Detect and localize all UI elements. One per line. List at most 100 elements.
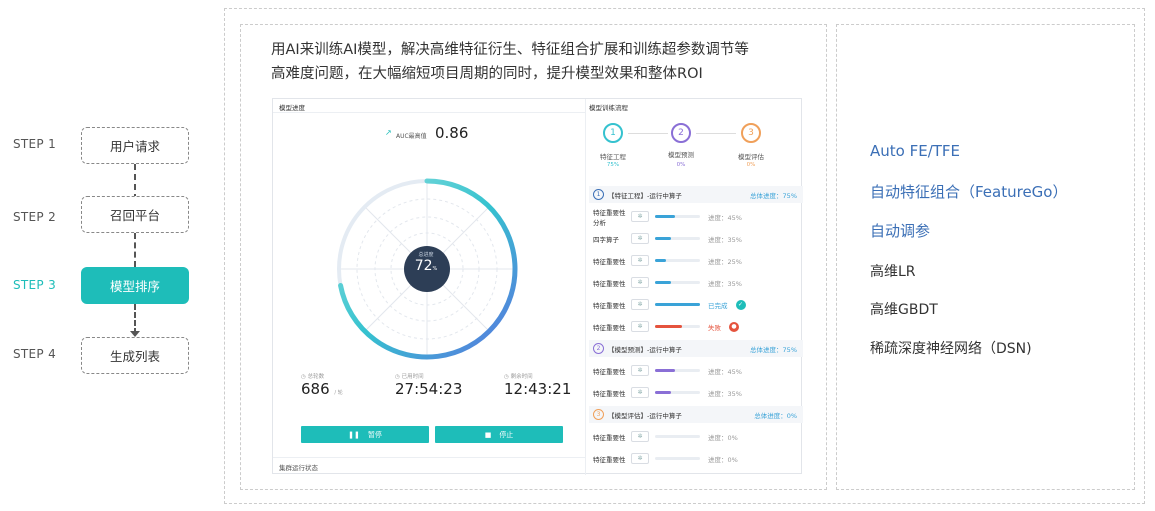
flow-connector bbox=[696, 133, 736, 134]
center-value: 72 bbox=[414, 258, 433, 274]
step-3-label: STEP 3 bbox=[13, 278, 57, 292]
intro-line-2: 高难度问题，在大幅缩短项目周期的同时，提升模型效果和整体ROI bbox=[271, 66, 703, 82]
dashboard: 模型进度 模型训练流程 ↗ AUC最高值 0.86 总进度 72% ◷ 总轮数 … bbox=[272, 98, 803, 475]
operator-status: 进度：35% bbox=[708, 235, 742, 244]
cluster-status-tab[interactable]: 集群运行状态 bbox=[273, 457, 585, 475]
operator-section-header: 3 【模型评估】-运行中算子 总体进度：0% bbox=[589, 406, 803, 423]
progress-fill bbox=[655, 237, 671, 240]
stat-1-value: 686 bbox=[301, 380, 330, 398]
settings-icon[interactable]: ✲ bbox=[631, 277, 649, 288]
operator-status: 进度：25% bbox=[708, 257, 742, 266]
operator-name: 特征重要性 bbox=[593, 389, 626, 398]
operator-name: 特征重要性 bbox=[593, 323, 626, 332]
step-1-box[interactable]: 用户请求 bbox=[81, 127, 189, 164]
flow-step-1-circle[interactable]: 1 bbox=[603, 123, 623, 143]
progress-fill bbox=[655, 281, 671, 284]
stat-3-value: 12:43:21 bbox=[504, 380, 572, 398]
flow-step-3-name: 模型评估 bbox=[738, 153, 764, 161]
progress-fill bbox=[655, 369, 676, 372]
section-title: 【模型评估】-运行中算子 bbox=[608, 411, 682, 420]
section-number: 3 bbox=[593, 409, 604, 420]
step-3-box[interactable]: 模型排序 bbox=[81, 267, 189, 304]
progress-fill bbox=[655, 391, 671, 394]
stop-label: 停止 bbox=[499, 430, 514, 439]
center-label: 总进度 bbox=[418, 252, 434, 258]
progress-bar bbox=[655, 435, 700, 438]
operator-row[interactable]: 特征重要性 ✲ 失败 ● bbox=[593, 316, 803, 337]
pause-button[interactable]: ❚❚ 暂停 bbox=[301, 426, 429, 443]
operator-name: 四字算子 bbox=[593, 235, 619, 244]
section-total: 总体进度：75% bbox=[750, 345, 797, 354]
feature-high-dim-lr: 高维LR bbox=[870, 264, 916, 280]
feature-auto-fe: Auto FE/TFE bbox=[870, 142, 961, 160]
error-icon: ● bbox=[729, 321, 739, 332]
operator-status: 进度：0% bbox=[708, 455, 738, 464]
clock-icon: ◷ 剩余时间 bbox=[504, 374, 533, 380]
section-number: 2 bbox=[593, 343, 604, 354]
settings-icon[interactable]: ✲ bbox=[631, 365, 649, 376]
settings-icon[interactable]: ✲ bbox=[631, 233, 649, 244]
operator-status: 进度：45% bbox=[708, 213, 742, 222]
progress-bar bbox=[655, 281, 700, 284]
flow-step-2-name: 模型预测 bbox=[668, 151, 694, 159]
settings-icon[interactable]: ✲ bbox=[631, 431, 649, 442]
stop-button[interactable]: ■ 停止 bbox=[435, 426, 563, 443]
pause-icon: ❚❚ bbox=[348, 430, 360, 439]
operator-row[interactable]: 特征重要性 ✲ 进度：0% bbox=[593, 426, 803, 447]
step-connector bbox=[134, 233, 136, 267]
section-total: 总体进度：75% bbox=[750, 191, 797, 200]
operator-name: 特征重要性 bbox=[593, 257, 626, 266]
step-connector bbox=[134, 164, 136, 200]
auc-label: AUC最高值 bbox=[396, 133, 427, 140]
flow-step-3-circle[interactable]: 3 bbox=[741, 123, 761, 143]
step-connector bbox=[134, 304, 136, 334]
operator-name: 特征重要性 bbox=[593, 301, 626, 310]
auc-value: 0.86 bbox=[435, 124, 469, 142]
operator-status: 失败 bbox=[708, 323, 721, 332]
progress-bar bbox=[655, 325, 700, 328]
panel-divider bbox=[585, 99, 586, 475]
operator-row[interactable]: 四字算子 ✲ 进度：35% bbox=[593, 228, 803, 249]
operator-name: 特征重要性分析 bbox=[593, 208, 626, 227]
center-unit: % bbox=[432, 266, 438, 272]
operator-name: 特征重要性 bbox=[593, 455, 626, 464]
settings-icon[interactable]: ✲ bbox=[631, 321, 649, 332]
operator-status: 进度：35% bbox=[708, 279, 742, 288]
operator-row[interactable]: 特征重要性 ✲ 进度：25% bbox=[593, 250, 803, 271]
settings-icon[interactable]: ✲ bbox=[631, 255, 649, 266]
settings-icon[interactable]: ✲ bbox=[631, 387, 649, 398]
feature-list-panel bbox=[836, 24, 1135, 490]
progress-bar bbox=[655, 237, 700, 240]
settings-icon[interactable]: ✲ bbox=[631, 453, 649, 464]
operator-row[interactable]: 特征重要性 ✲ 进度：0% bbox=[593, 448, 803, 469]
flow-step-2-circle[interactable]: 2 bbox=[671, 123, 691, 143]
operator-section-header: 2 【模型预测】-运行中算子 总体进度：75% bbox=[589, 340, 803, 357]
clock-icon: ◷ 总轮数 bbox=[301, 374, 325, 380]
clock-icon: ◷ 已用时间 bbox=[395, 374, 424, 380]
operator-row[interactable]: 特征重要性 ✲ 进度：45% bbox=[593, 360, 803, 381]
flow-step-1-pct: 75% bbox=[606, 162, 620, 168]
settings-icon[interactable]: ✲ bbox=[631, 299, 649, 310]
operator-row[interactable]: 特征重要性分析 ✲ 进度：45% bbox=[593, 206, 803, 227]
operator-row[interactable]: 特征重要性 ✲ 进度：35% bbox=[593, 382, 803, 403]
progress-bar bbox=[655, 369, 700, 372]
intro-text: 用AI来训练AI模型，解决高维特征衍生、特征组合扩展和训练超参数调节等 高难度问… bbox=[271, 38, 811, 86]
feature-high-dim-gbdt: 高维GBDT bbox=[870, 302, 938, 318]
operator-section-header: 1 【特征工程】-运行中算子 总体进度：75% bbox=[589, 186, 803, 203]
flow-panel-title: 模型训练流程 bbox=[589, 104, 628, 112]
progress-fill bbox=[655, 215, 676, 218]
operator-name: 特征重要性 bbox=[593, 367, 626, 376]
stop-icon: ■ bbox=[484, 430, 492, 439]
step-1-label: STEP 1 bbox=[13, 137, 57, 151]
flow-step-2-pct: 0% bbox=[676, 162, 686, 168]
step-2-box[interactable]: 召回平台 bbox=[81, 196, 189, 233]
check-icon: ✓ bbox=[735, 299, 746, 310]
operator-status: 已完成 bbox=[708, 301, 728, 310]
operator-row[interactable]: 特征重要性 ✲ 进度：35% bbox=[593, 272, 803, 293]
flow-connector bbox=[628, 133, 668, 134]
progress-bar bbox=[655, 215, 700, 218]
operator-row[interactable]: 特征重要性 ✲ 已完成 ✓ bbox=[593, 294, 803, 315]
settings-icon[interactable]: ✲ bbox=[631, 211, 649, 222]
step-4-box[interactable]: 生成列表 bbox=[81, 337, 189, 374]
operator-status: 进度：35% bbox=[708, 389, 742, 398]
